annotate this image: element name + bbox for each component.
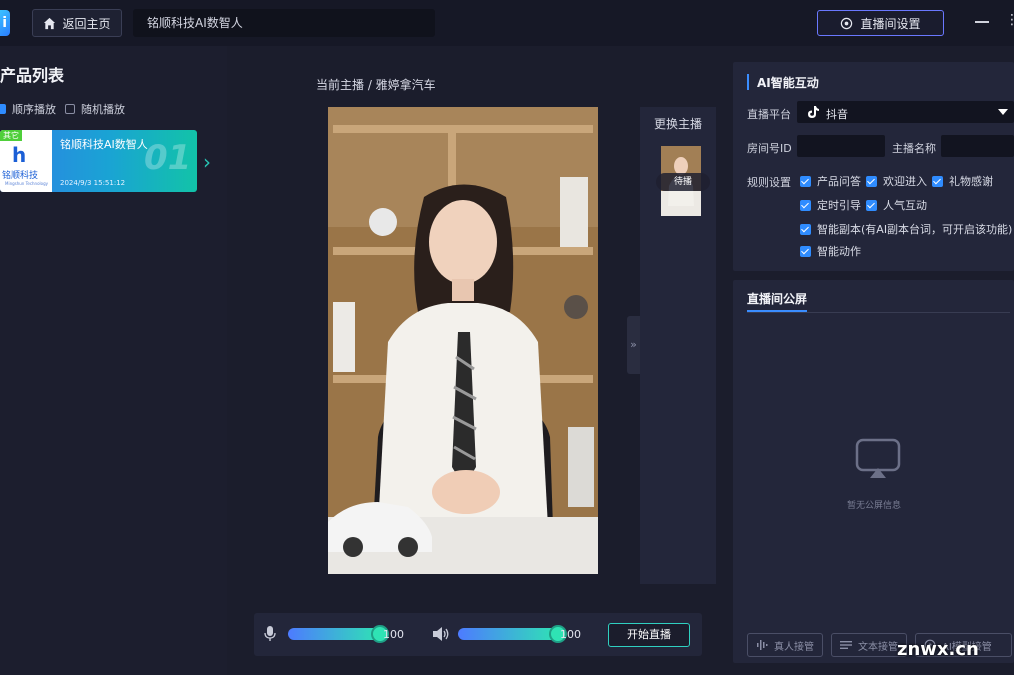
company-logo-subtext: Mingshun Technology	[5, 181, 49, 186]
company-logo-text: 铭顺科技	[2, 171, 39, 181]
random-play-checkbox[interactable]	[65, 104, 75, 114]
sequential-play-label: 顺序播放	[12, 103, 56, 116]
microphone-icon[interactable]	[264, 626, 276, 642]
anchor-video-preview	[328, 107, 598, 574]
start-live-button[interactable]: 开始直播	[608, 623, 690, 647]
text-takeover-button[interactable]: 文本接管	[831, 633, 907, 657]
site-watermark: znwx.cn	[897, 639, 979, 660]
empty-screen-message: 暂无公屏信息	[847, 501, 902, 511]
checkbox-checked-icon[interactable]	[800, 245, 811, 257]
host-name-input[interactable]	[941, 135, 1014, 157]
current-anchor-label: 当前主播 / 雅婷拿汽车	[316, 78, 436, 92]
product-list-title: 产品列表	[0, 66, 65, 85]
home-button[interactable]: 返回主页	[32, 9, 122, 37]
chevron-right-icon[interactable]: ›	[203, 150, 211, 174]
checkbox-checked-icon[interactable]	[800, 223, 811, 235]
human-takeover-button[interactable]: 真人接管	[747, 633, 823, 657]
product-card[interactable]: h 铭顺科技 Mingshun Technology 其它 铭顺科技AI数智人 …	[0, 130, 197, 192]
product-index: 01	[144, 138, 192, 178]
microphone-volume-value: 100	[383, 628, 404, 641]
random-play-option[interactable]: 随机播放	[65, 101, 125, 117]
room-id-label: 房间号ID	[747, 142, 792, 155]
rule-label: 礼物感谢	[949, 175, 993, 188]
caret-down-icon[interactable]	[998, 109, 1008, 115]
checkbox-checked-icon[interactable]	[800, 175, 811, 187]
rule-gift-thanks[interactable]: 礼物感谢	[932, 173, 993, 189]
rule-popularity[interactable]: 人气互动	[866, 197, 927, 213]
room-settings-label: 直播间设置	[860, 16, 921, 31]
rule-label: 智能动作	[817, 245, 861, 258]
collapse-panel-icon[interactable]: »	[627, 316, 640, 374]
rules-label: 规则设置	[747, 176, 791, 189]
microphone-volume-slider[interactable]	[288, 628, 380, 640]
switch-anchor-title: 更换主播	[654, 117, 703, 131]
douyin-icon	[808, 106, 819, 118]
more-icon[interactable]: ⋮	[1005, 12, 1014, 28]
section-marker	[747, 74, 749, 90]
text-takeover-label: 文本接管	[858, 641, 898, 653]
company-logo-icon: h	[12, 143, 26, 167]
rule-smart-script[interactable]: 智能副本(有AI副本台词，可开启该功能)	[800, 221, 1012, 237]
rule-label: 人气互动	[883, 199, 927, 212]
home-icon	[44, 17, 56, 29]
product-list-panel: 产品列表 顺序播放 随机播放 h 铭顺科技 Mingshun Technolog…	[0, 46, 227, 675]
room-settings-button[interactable]: 直播间设置	[817, 10, 944, 36]
screen-cast-icon	[855, 438, 901, 478]
checkbox-checked-icon[interactable]	[866, 199, 877, 211]
speaker-icon[interactable]	[433, 627, 450, 641]
minimize-icon[interactable]	[975, 21, 989, 23]
rule-welcome[interactable]: 欢迎进入	[866, 173, 927, 189]
speaker-volume-slider[interactable]	[458, 628, 558, 640]
text-lines-icon	[840, 641, 852, 649]
divider	[747, 312, 1010, 313]
human-takeover-label: 真人接管	[774, 641, 814, 653]
anchor-status-badge: 待播	[656, 173, 710, 191]
platform-value: 抖音	[826, 108, 848, 121]
target-settings-icon	[841, 17, 853, 29]
ai-interaction-title: AI智能互动	[757, 76, 819, 90]
ai-interaction-panel	[733, 62, 1014, 271]
digital-human-title-field[interactable]: 铭顺科技AI数智人	[133, 9, 435, 37]
app-logo-icon: i	[0, 10, 10, 36]
checkbox-checked-icon[interactable]	[866, 175, 877, 187]
public-screen-title: 直播间公屏	[747, 292, 808, 306]
rule-timed-guide[interactable]: 定时引导	[800, 197, 861, 213]
rule-label: 欢迎进入	[883, 175, 927, 188]
active-tab-underline	[747, 310, 807, 312]
product-date: 2024/9/3 15:51:12	[60, 179, 126, 187]
rule-label: 定时引导	[817, 199, 861, 212]
product-name: 铭顺科技AI数智人	[60, 138, 148, 151]
voice-wave-icon	[757, 640, 768, 650]
sequential-play-checkbox[interactable]	[0, 104, 6, 114]
sequential-play-option[interactable]: 顺序播放	[0, 101, 56, 117]
random-play-label: 随机播放	[81, 103, 125, 116]
product-tag-badge: 其它	[0, 130, 22, 141]
checkbox-checked-icon[interactable]	[932, 175, 943, 187]
speaker-volume-value: 100	[560, 628, 581, 641]
host-name-label: 主播名称	[892, 142, 936, 155]
rule-label: 智能副本(有AI副本台词，可开启该功能)	[817, 223, 1013, 236]
platform-label: 直播平台	[747, 108, 791, 121]
rule-label: 产品问答	[817, 175, 861, 188]
anchor-presenter-image	[328, 107, 598, 574]
rule-product-qa[interactable]: 产品问答	[800, 173, 861, 189]
room-id-input[interactable]	[797, 135, 885, 157]
home-button-label: 返回主页	[62, 16, 111, 31]
checkbox-checked-icon[interactable]	[800, 199, 811, 211]
rule-smart-action[interactable]: 智能动作	[800, 243, 861, 259]
